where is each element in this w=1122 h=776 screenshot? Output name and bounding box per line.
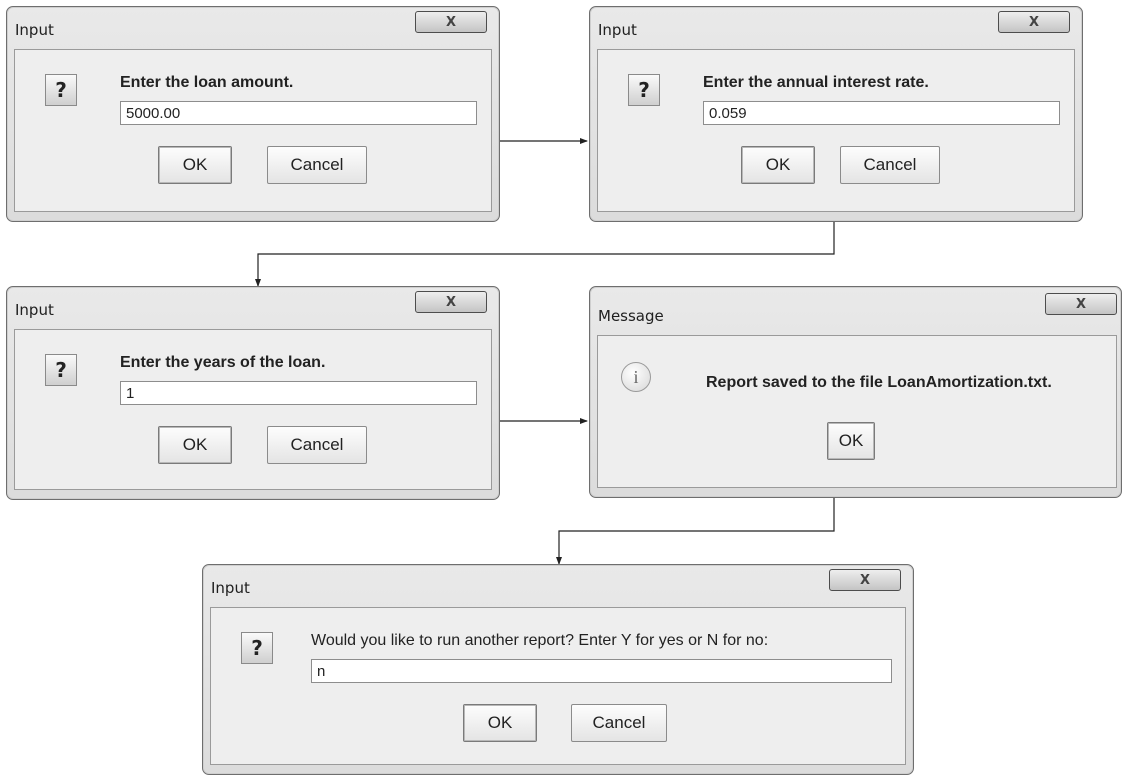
title-bar[interactable]: Input X (7, 7, 499, 47)
prompt-label: Would you like to run another report? En… (311, 632, 769, 649)
interest-rate-input[interactable] (703, 101, 1060, 125)
ok-button[interactable]: OK (741, 146, 815, 184)
ok-button[interactable]: OK (463, 704, 537, 742)
prompt-label: Enter the years of the loan. (120, 354, 326, 371)
dialog-body: ? Would you like to run another report? … (210, 607, 906, 765)
dialog-body: ? Enter the years of the loan. OK Cancel (14, 329, 492, 490)
dialog-body: i Report saved to the file LoanAmortizat… (597, 335, 1117, 488)
arrow-2-to-3 (255, 222, 835, 287)
cancel-button[interactable]: Cancel (571, 704, 667, 742)
title-bar[interactable]: Input X (590, 7, 1082, 47)
ok-button[interactable]: OK (158, 146, 232, 184)
run-another-dialog: Input X ? Would you like to run another … (202, 564, 914, 775)
question-icon: ? (45, 74, 77, 106)
cancel-button[interactable]: Cancel (267, 146, 367, 184)
close-button[interactable]: X (998, 11, 1070, 33)
question-icon: ? (241, 632, 273, 664)
title-bar[interactable]: Input X (7, 287, 499, 327)
message-label: Report saved to the file LoanAmortizatio… (706, 374, 1052, 391)
dialog-body: ? Enter the annual interest rate. OK Can… (597, 49, 1075, 212)
close-button[interactable]: X (829, 569, 901, 591)
prompt-label: Enter the annual interest rate. (703, 74, 929, 91)
title-bar[interactable]: Message X (590, 287, 1121, 327)
cancel-button[interactable]: Cancel (840, 146, 940, 184)
close-button[interactable]: X (415, 11, 487, 33)
loan-years-dialog: Input X ? Enter the years of the loan. O… (6, 286, 500, 500)
arrow-4-to-5 (556, 498, 835, 565)
loan-amount-dialog: Input X ? Enter the loan amount. OK Canc… (6, 6, 500, 222)
dialog-title: Input (15, 301, 54, 319)
run-another-input[interactable] (311, 659, 892, 683)
dialog-title: Input (598, 21, 637, 39)
interest-rate-dialog: Input X ? Enter the annual interest rate… (589, 6, 1083, 222)
loan-amount-input[interactable] (120, 101, 477, 125)
dialog-title: Message (598, 307, 664, 325)
close-button[interactable]: X (1045, 293, 1117, 315)
info-icon: i (621, 362, 651, 392)
question-icon: ? (45, 354, 77, 386)
dialog-body: ? Enter the loan amount. OK Cancel (14, 49, 492, 212)
report-saved-message-dialog: Message X i Report saved to the file Loa… (589, 286, 1122, 498)
dialog-title: Input (15, 21, 54, 39)
cancel-button[interactable]: Cancel (267, 426, 367, 464)
title-bar[interactable]: Input X (203, 565, 913, 605)
dialog-title: Input (211, 579, 250, 597)
prompt-label: Enter the loan amount. (120, 74, 294, 91)
ok-button[interactable]: OK (158, 426, 232, 464)
ok-button[interactable]: OK (827, 422, 875, 460)
question-icon: ? (628, 74, 660, 106)
loan-years-input[interactable] (120, 381, 477, 405)
close-button[interactable]: X (415, 291, 487, 313)
